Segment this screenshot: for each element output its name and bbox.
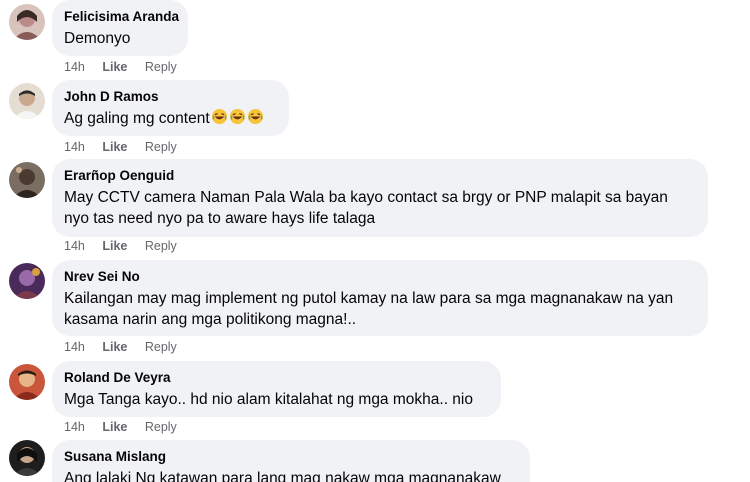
- comment-text: May CCTV camera Naman Pala Wala ba kayo …: [64, 187, 696, 229]
- comment-text-line: Kailangan may mag implement ng putol kam…: [64, 290, 674, 307]
- comment-author[interactable]: Nrev Sei No: [64, 268, 696, 285]
- comment-bubble: John D Ramos Ag galing mg content😂😂😂: [52, 80, 289, 136]
- comment-author[interactable]: Erarñop Oenguid: [64, 167, 696, 184]
- reply-button[interactable]: Reply: [145, 239, 177, 253]
- avatar[interactable]: [9, 4, 45, 40]
- comment-text-content: Ag galing mg content: [64, 110, 210, 127]
- avatar[interactable]: [9, 263, 45, 299]
- like-button[interactable]: Like: [102, 140, 127, 154]
- comment-timestamp[interactable]: 14h: [64, 140, 85, 154]
- laughing-emoji-icon: [211, 108, 227, 125]
- comment-author[interactable]: Susana Mislang: [64, 448, 518, 465]
- comment-text-line: May CCTV camera Naman Pala Wala ba kayo …: [64, 189, 668, 206]
- comment-author[interactable]: Roland De Veyra: [64, 369, 489, 386]
- comment-timestamp[interactable]: 14h: [64, 239, 85, 253]
- comment-actions: 14h Like Reply: [64, 239, 191, 253]
- comment-timestamp[interactable]: 14h: [64, 60, 85, 74]
- comment-actions: 14h Like Reply: [64, 340, 191, 354]
- comment-text: Demonyo: [64, 30, 131, 47]
- like-button[interactable]: Like: [102, 420, 127, 434]
- reply-button[interactable]: Reply: [145, 60, 177, 74]
- like-button[interactable]: Like: [102, 239, 127, 253]
- avatar[interactable]: [9, 83, 45, 119]
- comment-actions: 14h Like Reply: [64, 420, 191, 434]
- avatar[interactable]: [9, 364, 45, 400]
- comment-actions: 14h Like Reply: [64, 60, 191, 74]
- comment-text: Kailangan may mag implement ng putol kam…: [64, 288, 696, 330]
- comment-bubble: Felicisima Aranda Demonyo: [52, 0, 188, 56]
- comment-text: Ag galing mg content😂😂😂: [64, 108, 277, 129]
- comment-text-line: kasama narin ang mga politikong magna!..: [64, 311, 357, 328]
- comment-bubble: Susana Mislang Ang lalaki Ng katawan par…: [52, 440, 530, 482]
- comment-timestamp[interactable]: 14h: [64, 340, 85, 354]
- comment-author[interactable]: Felicisima Aranda: [64, 8, 179, 25]
- laughing-emoji-icon: [229, 108, 245, 125]
- reply-button[interactable]: Reply: [145, 340, 177, 354]
- comment-text: Ang lalaki Ng katawan para lang mag naka…: [64, 470, 501, 482]
- laughing-emoji-icon: [247, 108, 263, 125]
- comment-bubble: Roland De Veyra Mga Tanga kayo.. hd nio …: [52, 361, 501, 417]
- avatar[interactable]: [9, 162, 45, 198]
- reply-button[interactable]: Reply: [145, 140, 177, 154]
- comment-text-line: nyo tas need nyo pa to aware hays life t…: [64, 210, 376, 227]
- like-button[interactable]: Like: [102, 60, 127, 74]
- comment-author[interactable]: John D Ramos: [64, 88, 277, 105]
- comment-text: Mga Tanga kayo.. hd nio alam kitalahat n…: [64, 391, 473, 408]
- comment-actions: 14h Like Reply: [64, 140, 191, 154]
- comment-timestamp[interactable]: 14h: [64, 420, 85, 434]
- comment-bubble: Erarñop Oenguid May CCTV camera Naman Pa…: [52, 159, 708, 237]
- comment-bubble: Nrev Sei No Kailangan may mag implement …: [52, 260, 708, 336]
- avatar[interactable]: [9, 440, 45, 476]
- reply-button[interactable]: Reply: [145, 420, 177, 434]
- like-button[interactable]: Like: [102, 340, 127, 354]
